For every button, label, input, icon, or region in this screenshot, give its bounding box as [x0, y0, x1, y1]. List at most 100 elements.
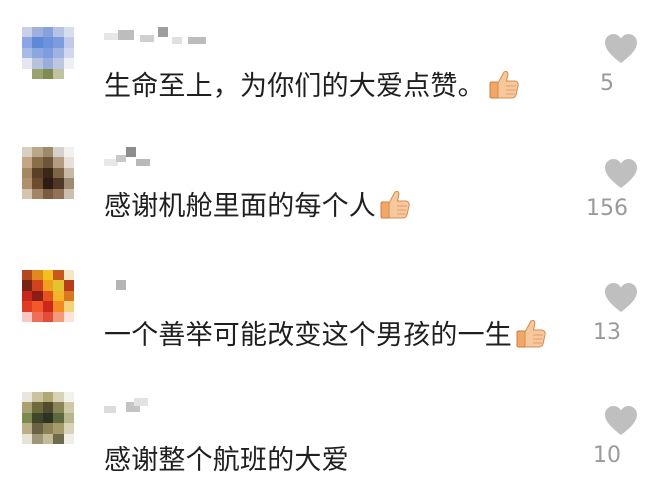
avatar-mosaic-cell [22, 423, 33, 434]
avatar-mosaic-cell [63, 178, 74, 189]
avatar-mosaic-cell [63, 280, 74, 291]
comment-text-content: 感谢机舱里面的每个人 [104, 191, 376, 222]
avatar-mosaic-cell [32, 433, 43, 444]
avatar-mosaic-cell [22, 157, 33, 168]
avatar-mosaic-cell [32, 402, 43, 413]
avatar-mosaic-cell [63, 157, 74, 168]
comment-item: 感谢整个航班的大爱 10 [0, 360, 649, 480]
avatar-mosaic-cell [42, 311, 54, 322]
avatar-mosaic-cell [22, 27, 33, 38]
avatar-mosaic-cell [63, 270, 74, 281]
like-count: 156 [586, 196, 628, 221]
avatar-mosaic-cell [22, 188, 33, 199]
avatar-mosaic-cell [42, 58, 54, 69]
avatar-mosaic-cell [22, 433, 33, 444]
comment-item: 生命至上，为你们的大爱点赞。 5 [0, 0, 649, 120]
avatar-mosaic-cell [42, 423, 54, 434]
username[interactable] [104, 27, 224, 49]
avatar-mosaic-cell [53, 58, 64, 69]
avatar[interactable] [22, 27, 74, 79]
avatar-mosaic-cell [63, 290, 74, 302]
like-count: 5 [600, 71, 614, 96]
like-button[interactable]: 5 [590, 33, 649, 96]
avatar-mosaic-cell [22, 412, 33, 424]
avatar-mosaic-cell [22, 301, 33, 312]
avatar-mosaic-cell [32, 27, 43, 38]
avatar-mosaic-cell [42, 68, 54, 79]
like-button[interactable]: 13 [590, 282, 649, 345]
comment-text: 感谢机舱里面的每个人 [104, 184, 411, 223]
avatar-mosaic-cell [63, 423, 74, 434]
heart-icon [605, 34, 637, 63]
avatar-mosaic-cell [22, 68, 33, 79]
avatar-mosaic-cell [22, 270, 33, 281]
avatar-mosaic-cell [53, 402, 64, 413]
avatar-mosaic-cell [53, 412, 64, 424]
like-button[interactable]: 10 [590, 405, 649, 468]
avatar-mosaic-cell [22, 280, 33, 291]
avatar-mosaic-cell [42, 27, 54, 38]
avatar[interactable] [22, 147, 74, 199]
avatar-mosaic-cell [63, 412, 74, 424]
avatar-mosaic-cell [22, 178, 33, 189]
avatar-mosaic-cell [42, 412, 54, 424]
like-button[interactable]: 156 [586, 158, 649, 221]
avatar-mosaic-cell [32, 188, 43, 199]
like-count: 10 [593, 443, 621, 468]
avatar-mosaic-cell [32, 47, 43, 59]
avatar[interactable] [22, 270, 74, 322]
comment-text: 生命至上，为你们的大爱点赞。 [104, 64, 520, 103]
avatar-mosaic-cell [32, 392, 43, 403]
heart-icon [605, 406, 637, 435]
username[interactable] [104, 147, 224, 169]
comment-text: 一个善举可能改变这个男孩的一生 [104, 313, 547, 352]
username[interactable] [104, 398, 224, 420]
avatar-mosaic-cell [63, 147, 74, 158]
comment-item: 一个善举可能改变这个男孩的一生 13 [0, 240, 649, 360]
avatar-mosaic-cell [53, 280, 64, 291]
avatar-mosaic-cell [32, 37, 43, 48]
thumbs-up-icon [380, 190, 410, 218]
avatar-mosaic-cell [53, 147, 64, 158]
avatar-mosaic-cell [42, 290, 54, 302]
avatar-mosaic-cell [32, 68, 43, 79]
avatar-mosaic-cell [53, 392, 64, 403]
avatar-mosaic-cell [32, 290, 43, 302]
avatar-mosaic-cell [63, 68, 74, 79]
thumbs-up-icon [489, 70, 519, 98]
comment-text-content: 生命至上，为你们的大爱点赞。 [104, 71, 485, 102]
avatar-mosaic-cell [42, 392, 54, 403]
avatar-mosaic-cell [32, 178, 43, 189]
username[interactable] [104, 280, 224, 302]
avatar-mosaic-cell [42, 188, 54, 199]
comment-item: 感谢机舱里面的每个人 156 [0, 120, 649, 240]
thumbs-up-icon [516, 319, 546, 347]
like-count: 13 [593, 320, 621, 345]
avatar-mosaic-cell [53, 178, 64, 189]
avatar-mosaic-cell [42, 301, 54, 312]
avatar-mosaic-cell [42, 37, 54, 48]
avatar-mosaic-cell [53, 270, 64, 281]
avatar-mosaic-cell [32, 311, 43, 322]
avatar-mosaic-cell [63, 402, 74, 413]
avatar-mosaic-cell [42, 178, 54, 189]
avatar-mosaic-cell [53, 311, 64, 322]
avatar-mosaic-cell [42, 280, 54, 291]
avatar-mosaic-cell [63, 301, 74, 312]
avatar-mosaic-cell [22, 37, 33, 48]
avatar-mosaic-cell [63, 188, 74, 199]
avatar-mosaic-cell [63, 311, 74, 322]
avatar-mosaic-cell [53, 301, 64, 312]
avatar-mosaic-cell [53, 188, 64, 199]
avatar-mosaic-cell [63, 37, 74, 48]
avatar-mosaic-cell [53, 37, 64, 48]
avatar-mosaic-cell [32, 280, 43, 291]
avatar-mosaic-cell [53, 68, 64, 79]
avatar-mosaic-cell [22, 147, 33, 158]
avatar-mosaic-cell [22, 392, 33, 403]
avatar[interactable] [22, 392, 74, 444]
avatar-mosaic-cell [53, 157, 64, 168]
comment-text-content: 一个善举可能改变这个男孩的一生 [104, 320, 512, 351]
avatar-mosaic-cell [32, 58, 43, 69]
avatar-mosaic-cell [22, 167, 33, 179]
